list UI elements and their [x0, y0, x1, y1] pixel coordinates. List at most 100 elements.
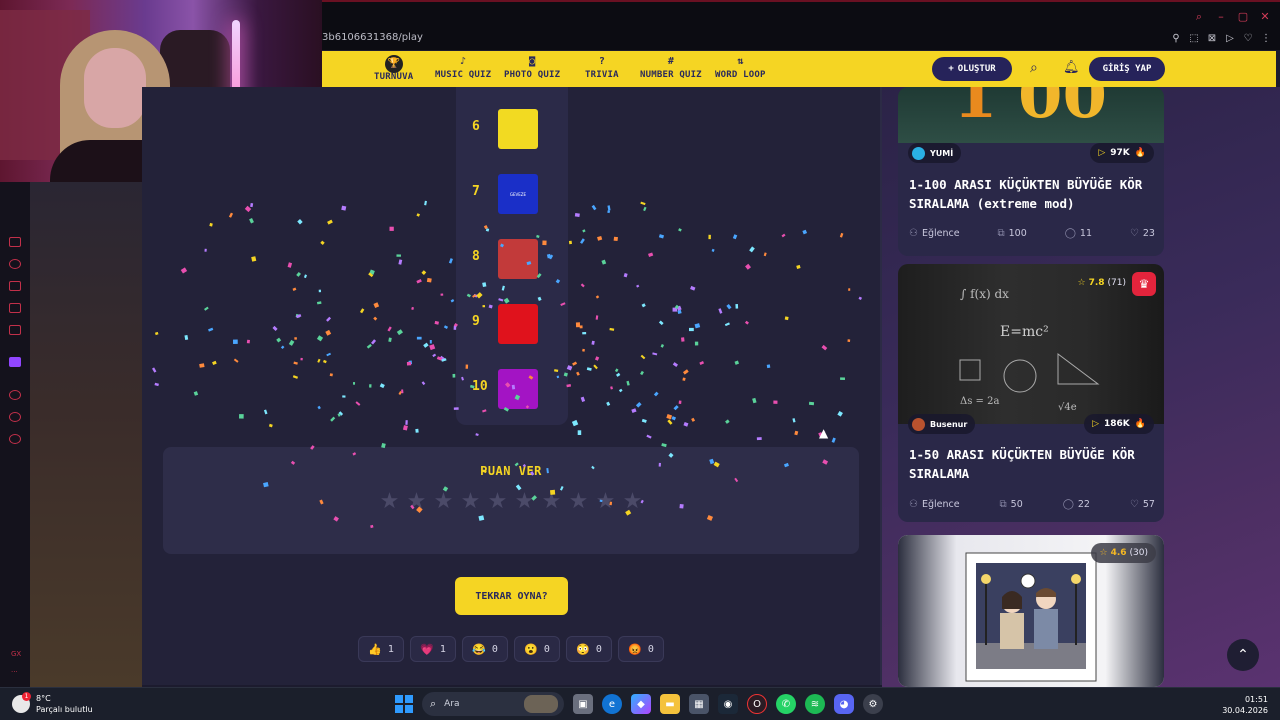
create-button[interactable]: + OLUŞTUR: [932, 57, 1012, 81]
card-author[interactable]: YUMİ: [908, 143, 962, 163]
rating-star[interactable]: ★: [594, 490, 617, 513]
opera-gx-icon[interactable]: O: [747, 694, 767, 714]
store-icon[interactable]: ▦: [689, 694, 709, 714]
close-icon[interactable]: ✕: [1258, 10, 1272, 24]
menu-icon[interactable]: ⋮: [1260, 33, 1272, 44]
more-icon[interactable]: ···: [11, 668, 18, 676]
quiz-card[interactable]: 1 00 YUMİ ▷ 97K 🔥 1-100 ARASI KÜÇÜKTEN B…: [898, 87, 1164, 256]
scroll-to-top-button[interactable]: ⌃: [1227, 639, 1259, 671]
app-icon[interactable]: ⚙: [863, 694, 883, 714]
confetti-piece: [580, 283, 585, 288]
screen: 3b6106631368/play ⌕ – ▢ ✕ ⚲ ⬚ ⊠ ▷ ♡ ⋮ GX…: [0, 0, 1280, 720]
heart-icon[interactable]: ♡: [1242, 33, 1254, 44]
nav-item-word-loop[interactable]: ⇅ WORD LOOP: [715, 55, 766, 80]
confetti-piece: [595, 315, 599, 320]
card-author[interactable]: Busenur: [908, 414, 976, 434]
windows-start-icon[interactable]: [395, 695, 413, 713]
rating-star[interactable]: ★: [432, 490, 455, 513]
tab-close-icon[interactable]: ⊠: [1206, 33, 1218, 44]
reaction-wow[interactable]: 😮 0: [514, 636, 560, 662]
taskbar-search[interactable]: ⌕ Ara: [422, 692, 564, 716]
ranking-row: 10: [456, 357, 568, 422]
history-icon[interactable]: [9, 412, 21, 422]
rating-star[interactable]: ★: [486, 490, 509, 513]
mail-icon[interactable]: [9, 325, 21, 335]
confetti-piece: [641, 418, 647, 423]
music-note-icon: ♪: [460, 56, 467, 67]
confetti-piece: [749, 246, 755, 253]
confetti-piece: [653, 391, 659, 397]
page-left-margin: [30, 182, 142, 687]
bell-icon[interactable]: 🔔︎: [1063, 60, 1080, 75]
confetti-piece: [676, 305, 682, 311]
confetti-piece: [421, 381, 426, 386]
steam-icon[interactable]: ◉: [718, 694, 738, 714]
discord-icon[interactable]: ◕: [834, 694, 854, 714]
confetti-piece: [626, 380, 630, 386]
reaction-angry[interactable]: 😡 0: [618, 636, 664, 662]
rating-star[interactable]: ★: [459, 490, 482, 513]
confetti-piece: [796, 264, 801, 269]
news-icon[interactable]: [9, 303, 21, 313]
rating-star[interactable]: ★: [513, 490, 536, 513]
reaction-laugh[interactable]: 😂 0: [462, 636, 508, 662]
spotify-icon[interactable]: ≋: [805, 694, 825, 714]
card-comment-count: ◯ 11: [1064, 228, 1092, 239]
nav-item-trivia[interactable]: ? TRIVIA: [585, 55, 619, 80]
screenshot-icon[interactable]: ⬚: [1188, 33, 1200, 44]
confetti-piece: [666, 414, 673, 420]
gx-icon[interactable]: GX: [11, 650, 21, 658]
card-title[interactable]: 1-50 ARASI KÜÇÜKTEN BÜYÜĞE KÖR SIRALAMA: [909, 445, 1155, 483]
rating-star[interactable]: ★: [540, 490, 563, 513]
card-like-count: ♡ 57: [1129, 499, 1155, 510]
taskbar-clock[interactable]: 01:51 30.04.2026: [1222, 694, 1268, 716]
twitch-icon[interactable]: [9, 357, 21, 367]
reaction-flushed[interactable]: 😳 0: [566, 636, 612, 662]
nav-item-music-quiz[interactable]: ♪ MUSIC QUIZ: [435, 55, 491, 80]
reaction-thumbs-up[interactable]: 👍 1: [358, 636, 404, 662]
weather-widget[interactable]: 8°C Parçalı bulutlu: [12, 692, 93, 715]
rating-star[interactable]: ★: [405, 490, 428, 513]
category-icon: ⚇: [909, 228, 918, 239]
rating-star[interactable]: ★: [567, 490, 590, 513]
rank-tile: GEVEZE: [498, 174, 538, 214]
confetti-piece: [359, 308, 365, 314]
confetti-piece: [297, 219, 303, 225]
rating-star[interactable]: ★: [378, 490, 401, 513]
login-button[interactable]: GİRİŞ YAP: [1089, 57, 1165, 81]
card-title[interactable]: 1-100 ARASI KÜÇÜKTEN BÜYÜĞE KÖR SIRALAMA…: [909, 175, 1155, 213]
rating-star[interactable]: ★: [621, 490, 644, 513]
bag-icon[interactable]: [9, 281, 21, 291]
quiz-card[interactable]: ☆ 4.6 (30): [898, 535, 1164, 687]
nav-item-turnuva[interactable]: 🏆 TURNUVA: [374, 55, 413, 82]
refresh-icon[interactable]: [9, 259, 21, 269]
confetti-piece: [416, 278, 422, 284]
search-icon[interactable]: ⌕: [1192, 10, 1206, 24]
nav-item-photo-quiz[interactable]: ◙ PHOTO QUIZ: [504, 55, 560, 80]
file-explorer-icon[interactable]: ▬: [660, 694, 680, 714]
edge-icon[interactable]: e: [602, 694, 622, 714]
reaction-bar: 👍 1 💗 1 😂 0 😮 0 😳 0 😡 0: [358, 636, 664, 662]
whatsapp-icon[interactable]: ✆: [776, 694, 796, 714]
pin-icon[interactable]: ⚲: [1170, 33, 1182, 44]
confetti-piece: [325, 329, 332, 336]
quiz-card[interactable]: ∫ f(x) dx E=mc² Δs = 2a √4e ☆ 7.8 (71) ♛…: [898, 264, 1164, 522]
player-icon[interactable]: [9, 390, 21, 400]
confetti-piece: [744, 320, 749, 325]
confetti-piece: [677, 309, 682, 314]
replay-button[interactable]: TEKRAR OYNA?: [455, 577, 568, 615]
settings-icon[interactable]: [9, 434, 21, 444]
maximize-icon[interactable]: ▢: [1236, 10, 1250, 24]
confetti-piece: [781, 233, 786, 238]
play-icon[interactable]: ▷: [1224, 33, 1236, 44]
thumbnail-number-art: 1 00: [953, 87, 1107, 133]
gaming-icon[interactable]: [9, 237, 21, 247]
nav-item-number-quiz[interactable]: # NUMBER QUIZ: [640, 55, 702, 80]
copilot-icon[interactable]: ◆: [631, 694, 651, 714]
reaction-heart[interactable]: 💗 1: [410, 636, 456, 662]
search-icon[interactable]: ⌕: [1030, 60, 1038, 76]
address-bar-text[interactable]: 3b6106631368/play: [322, 32, 423, 43]
task-view-icon[interactable]: ▣: [573, 694, 593, 714]
minimize-icon[interactable]: –: [1214, 10, 1228, 24]
ranking-list: 6 7 GEVEZE 8 9 10: [456, 87, 568, 425]
